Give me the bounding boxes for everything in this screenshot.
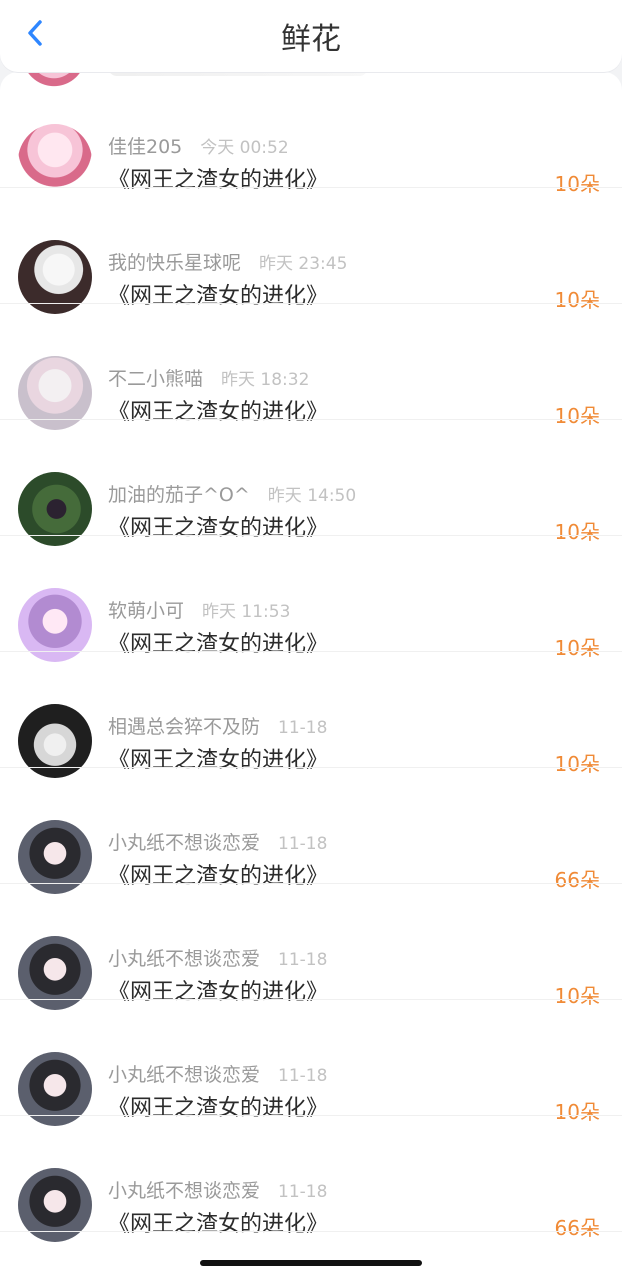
list-item[interactable]: 相遇总会猝不及防 11-18 《网王之渣女的进化》 10朵 bbox=[0, 652, 622, 778]
timestamp: 昨天 14:50 bbox=[267, 486, 357, 506]
list-item[interactable]: 小丸纸不想谈恋爱 11-18 《网王之渣女的进化》 10朵 bbox=[0, 884, 622, 1010]
sender-name: 加油的茄子^O^ bbox=[108, 484, 250, 506]
list-item[interactable]: 软萌小可 昨天 11:53 《网王之渣女的进化》 10朵 bbox=[0, 536, 622, 662]
timestamp: 11-18 bbox=[278, 718, 328, 738]
flower-amount: 66朵 bbox=[554, 1216, 600, 1240]
meta: 加油的茄子^O^ 昨天 14:50 bbox=[108, 480, 356, 508]
timestamp: 昨天 23:45 bbox=[259, 254, 348, 274]
sender-name: 小丸纸不想谈恋爱 bbox=[108, 832, 261, 854]
timestamp: 昨天 11:53 bbox=[202, 602, 291, 622]
book-title: 《网王之渣女的进化》 bbox=[108, 1212, 329, 1237]
meta: 相遇总会猝不及防 11-18 bbox=[108, 712, 327, 740]
meta: 小丸纸不想谈恋爱 11-18 bbox=[108, 828, 327, 856]
sender-name: 小丸纸不想谈恋爱 bbox=[108, 1180, 261, 1202]
list-item[interactable]: 佳佳205 今天 00:52 《网王之渣女的进化》 10朵 bbox=[0, 72, 622, 198]
list-item[interactable]: 我的快乐星球呢 昨天 23:45 《网王之渣女的进化》 10朵 bbox=[0, 188, 622, 314]
list-item[interactable]: 加油的茄子^O^ 昨天 14:50 《网王之渣女的进化》 10朵 bbox=[0, 420, 622, 546]
list-item[interactable]: 小丸纸不想谈恋爱 11-18 《网王之渣女的进化》 10朵 bbox=[0, 1000, 622, 1126]
sender-name: 小丸纸不想谈恋爱 bbox=[108, 948, 261, 970]
timestamp: 11-18 bbox=[278, 1066, 328, 1086]
page-title: 鲜花 bbox=[281, 22, 341, 57]
list-item[interactable]: 小丸纸不想谈恋爱 11-18 《网王之渣女的进化》 66朵 bbox=[0, 1116, 622, 1242]
timestamp: 11-18 bbox=[278, 1182, 328, 1202]
sender-name: 小丸纸不想谈恋爱 bbox=[108, 1064, 261, 1086]
timestamp: 今天 00:52 bbox=[200, 138, 289, 158]
list-item[interactable]: 小丸纸不想谈恋爱 11-18 《网王之渣女的进化》 66朵 bbox=[0, 768, 622, 894]
sender-name: 我的快乐星球呢 bbox=[108, 252, 242, 274]
home-indicator bbox=[200, 1260, 422, 1266]
meta: 不二小熊喵 昨天 18:32 bbox=[108, 364, 309, 392]
row-divider bbox=[0, 1231, 622, 1232]
timestamp: 11-18 bbox=[278, 950, 328, 970]
timestamp: 11-18 bbox=[278, 834, 328, 854]
meta: 小丸纸不想谈恋爱 11-18 bbox=[108, 1060, 327, 1088]
meta: 小丸纸不想谈恋爱 11-18 bbox=[108, 1176, 327, 1204]
sender-name: 不二小熊喵 bbox=[108, 368, 204, 390]
meta: 佳佳205 今天 00:52 bbox=[108, 132, 289, 160]
sender-name: 佳佳205 bbox=[108, 136, 183, 158]
sender-name: 相遇总会猝不及防 bbox=[108, 716, 261, 738]
sender-name: 软萌小可 bbox=[108, 600, 185, 622]
meta: 我的快乐星球呢 昨天 23:45 bbox=[108, 248, 347, 276]
meta: 小丸纸不想谈恋爱 11-18 bbox=[108, 944, 327, 972]
flower-list: 佳佳205 今天 00:52 《网王之渣女的进化》 10朵 我的快乐星球呢 昨天… bbox=[0, 72, 622, 1280]
top-navigation-bar: 鲜花 bbox=[0, 0, 622, 72]
meta: 软萌小可 昨天 11:53 bbox=[108, 596, 290, 624]
list-item[interactable]: 不二小熊喵 昨天 18:32 《网王之渣女的进化》 10朵 bbox=[0, 304, 622, 430]
timestamp: 昨天 18:32 bbox=[221, 370, 310, 390]
